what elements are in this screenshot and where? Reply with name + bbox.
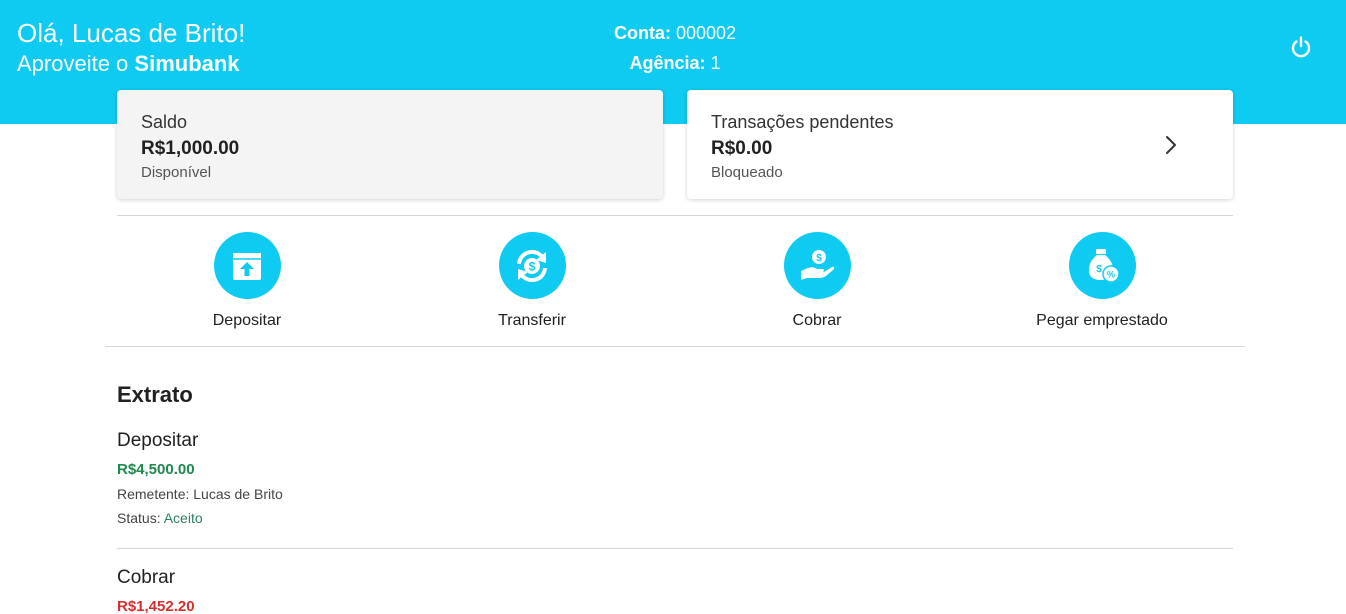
sender-value: Lucas de Brito xyxy=(193,486,283,502)
agency-label: Agência: xyxy=(629,53,706,73)
balance-subtitle: Disponível xyxy=(141,164,212,181)
transaction-amount: R$1,452.20 xyxy=(117,598,195,614)
deposit-icon xyxy=(213,232,281,299)
pending-amount: R$0.00 xyxy=(711,138,773,159)
account-label: Conta: xyxy=(613,23,671,43)
statement-title: Extrato xyxy=(117,382,193,407)
transaction-type: Depositar xyxy=(117,430,199,451)
divider xyxy=(105,346,1245,347)
balance-amount: R$1,000.00 xyxy=(141,138,240,159)
brand-name: Simubank xyxy=(134,51,240,76)
account-info: Conta: 000002 Agência: 1 xyxy=(560,18,790,78)
power-icon[interactable] xyxy=(1286,32,1316,62)
greeting-text: Olá, Lucas de Brito! xyxy=(17,18,246,48)
account-value: 000002 xyxy=(675,23,737,43)
transaction-status: Status: Aceito xyxy=(117,508,1233,528)
tagline-prefix: Aproveite o xyxy=(17,51,135,76)
deposit-label: Depositar xyxy=(212,312,282,329)
charge-icon: $ xyxy=(783,232,851,299)
chevron-right-icon[interactable] xyxy=(1161,133,1181,157)
loan-icon: $ % xyxy=(1068,232,1136,299)
transfer-button[interactable]: $ Transferir xyxy=(432,232,632,331)
charge-label: Cobrar xyxy=(792,312,842,329)
agency-number: Agência: 1 xyxy=(560,48,790,78)
transfer-label: Transferir xyxy=(498,312,566,329)
deposit-button[interactable]: Depositar xyxy=(147,232,347,331)
tagline: Aproveite o Simubank xyxy=(17,50,245,78)
svg-text:$: $ xyxy=(1096,264,1102,275)
pending-title: Transações pendentes xyxy=(711,112,894,132)
balance-title: Saldo xyxy=(141,112,188,132)
status-value: Aceito xyxy=(163,510,203,526)
statement-item: Depositar R$4,500.00 Remetente: Lucas de… xyxy=(117,429,1233,528)
divider xyxy=(117,548,1233,549)
agency-value: 1 xyxy=(710,53,721,73)
divider xyxy=(117,215,1233,216)
loan-button[interactable]: $ % Pegar emprestado xyxy=(1002,232,1202,331)
transaction-amount: R$4,500.00 xyxy=(117,461,195,478)
charge-button[interactable]: $ Cobrar xyxy=(717,232,917,331)
pending-transactions-card[interactable]: Transações pendentes R$0.00 Bloqueado xyxy=(687,90,1233,199)
svg-text:$: $ xyxy=(529,259,536,273)
loan-label: Pegar emprestado xyxy=(1036,312,1168,329)
transfer-icon: $ xyxy=(498,232,566,299)
greeting-block: Olá, Lucas de Brito! Aproveite o Simuban… xyxy=(17,16,245,78)
svg-text:%: % xyxy=(1107,269,1115,279)
transaction-type: Cobrar xyxy=(117,567,176,588)
account-number: Conta: 000002 xyxy=(560,18,790,48)
pending-subtitle: Bloqueado xyxy=(711,164,783,181)
sender-label: Remetente: xyxy=(117,486,190,502)
svg-text:$: $ xyxy=(816,253,822,264)
balance-card: Saldo R$1,000.00 Disponível xyxy=(117,90,663,199)
statement-item: Cobrar R$1,452.20 xyxy=(117,566,1233,614)
status-label: Status: xyxy=(117,510,161,526)
transaction-sender: Remetente: Lucas de Brito xyxy=(117,484,1233,504)
